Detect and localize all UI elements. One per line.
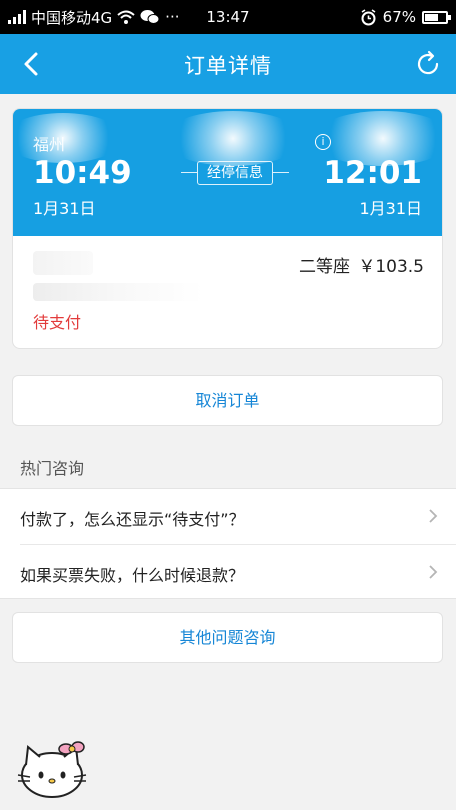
obscured-region [163,111,303,166]
departure-station: 福州 [33,135,66,154]
arrival-time: 12:01 [323,155,422,191]
departure-time: 10:49 [33,155,132,191]
hello-kitty-icon[interactable] [16,735,88,803]
train-summary: 福州 i 10:49 12:01 经停信息 1月31日 1月31日 [13,109,442,236]
header-bar: 订单详情 [0,34,456,94]
passenger-name-redacted [33,251,93,275]
order-card: 福州 i 10:49 12:01 经停信息 1月31日 1月31日 二等座 ￥1… [12,108,443,349]
arrival-date: 1月31日 [359,199,422,218]
seat-class: 二等座 [299,257,350,277]
divider [181,172,197,173]
faq-list: 付款了，怎么还显示“待支付”？ 如果买票失败，什么时候退款？ [0,488,456,599]
passenger-id-redacted [33,283,203,301]
chevron-right-icon [429,509,438,523]
ticket-price: ￥103.5 [358,257,424,277]
payment-status: 待支付 [33,313,82,332]
other-questions-button[interactable]: 其他问题咨询 [12,612,443,663]
faq-section-title: 热门咨询 [20,459,85,478]
cancel-order-button[interactable]: 取消订单 [12,375,443,426]
faq-question: 付款了，怎么还显示“待支付”？ [20,510,245,529]
page-title: 订单详情 [184,54,272,78]
info-icon[interactable]: i [315,134,331,150]
faq-question: 如果买票失败，什么时候退款？ [20,566,245,585]
divider [273,172,289,173]
faq-item[interactable]: 如果买票失败，什么时候退款？ [0,545,456,600]
stop-info-button[interactable]: 经停信息 [181,161,289,185]
faq-item[interactable]: 付款了，怎么还显示“待支付”？ [0,489,456,545]
battery-icon [422,10,451,24]
stop-info-label: 经停信息 [197,161,273,185]
battery-percent: 67% [382,8,416,26]
status-bar: 中国移动4G ··· 13:47 67% [0,0,456,34]
battery-level [425,13,439,21]
chevron-right-icon [429,565,438,579]
refresh-icon[interactable] [412,48,444,80]
status-right: 67% [360,0,451,34]
alarm-icon [361,8,376,25]
departure-date: 1月31日 [33,199,96,218]
